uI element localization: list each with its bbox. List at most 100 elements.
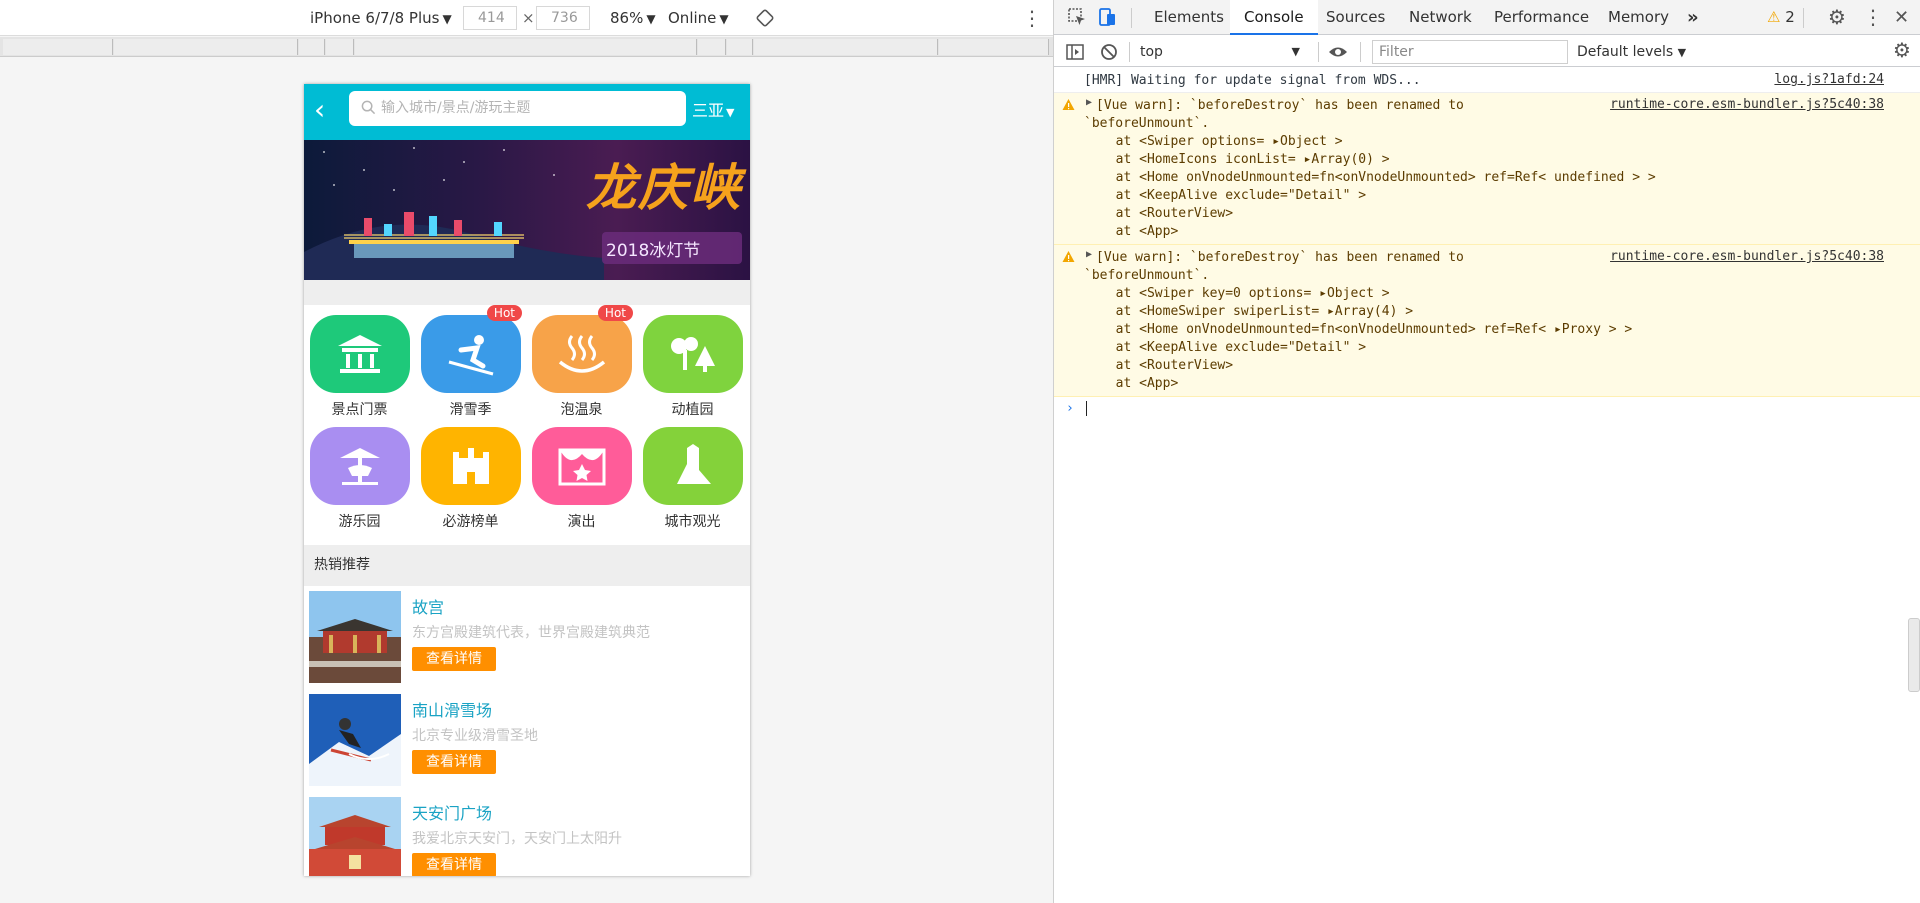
clear-console-icon[interactable] <box>1098 41 1120 63</box>
eye-icon[interactable] <box>1327 41 1349 63</box>
category-item-city-tour[interactable]: 城市观光 <box>637 417 748 530</box>
list-item[interactable]: 天安门广场 我爱北京天安门，天安门上太阳升 查看详情 <box>304 792 750 876</box>
throttle-select[interactable]: Online ▼ <box>668 0 729 36</box>
message-source-link[interactable]: runtime-core.esm-bundler.js?5c40:38 <box>1610 249 1884 264</box>
media-query-bar[interactable] <box>0 37 1053 57</box>
inspect-element-icon[interactable] <box>1066 6 1088 28</box>
banner-spacer <box>304 280 750 305</box>
console-prompt[interactable]: › <box>1054 397 1920 420</box>
category-icons: 景点门票 Hot 滑雪季 Hot 泡温泉 动植园 游乐园 必游榜单 演出 城市观… <box>304 305 750 541</box>
back-icon[interactable]: ‹ <box>314 96 336 126</box>
icon-tile <box>532 315 632 393</box>
category-label: 必游榜单 <box>442 514 499 530</box>
drawer-handle[interactable] <box>1908 618 1920 692</box>
tab-console[interactable]: Console <box>1230 0 1318 35</box>
city-select[interactable]: 三亚 ▼ <box>692 96 734 126</box>
category-item-hot-spring[interactable]: Hot 泡温泉 <box>526 305 637 418</box>
section-title: 热销推荐 <box>314 557 370 573</box>
category-item-ski[interactable]: Hot 滑雪季 <box>415 305 526 418</box>
category-item-must-visit[interactable]: 必游榜单 <box>415 417 526 530</box>
tab-performance[interactable]: Performance <box>1494 0 1589 35</box>
tab-sources[interactable]: Sources <box>1326 0 1385 35</box>
view-details-button[interactable]: 查看详情 <box>412 750 496 774</box>
console-settings-gear-icon[interactable]: ⚙ <box>1884 38 1920 62</box>
skier-icon <box>448 335 494 376</box>
expand-triangle-icon[interactable]: ▶ <box>1086 249 1092 260</box>
category-label: 动植园 <box>671 402 714 418</box>
icon-tile <box>310 427 410 505</box>
stack-line: at <RouterView> <box>1100 206 1234 221</box>
tab-memory[interactable]: Memory <box>1608 0 1669 35</box>
filter-input[interactable]: Filter <box>1372 40 1568 64</box>
category-item-shows[interactable]: 演出 <box>526 417 637 530</box>
chevron-down-icon: ▼ <box>719 12 729 26</box>
console-message-warning: ▶ [Vue warn]: `beforeDestroy` has been r… <box>1054 245 1920 397</box>
search-input[interactable]: 输入城市/景点/游玩主题 <box>349 91 686 126</box>
recommendation-desc: 东方宫殿建筑代表，世界宫殿建筑典范 <box>412 625 650 641</box>
recommendation-desc: 我爱北京天安门，天安门上太阳升 <box>412 831 622 847</box>
log-levels-select[interactable]: Default levels ▼ <box>1577 40 1686 65</box>
console-message-warning: ▶ [Vue warn]: `beforeDestroy` has been r… <box>1054 93 1920 245</box>
expand-triangle-icon[interactable]: ▶ <box>1086 97 1092 108</box>
sidebar-toggle-icon[interactable] <box>1064 41 1086 63</box>
category-item-zoo[interactable]: 动植园 <box>637 305 748 418</box>
console-toolbar: top ▼ Filter Default levels ▼ ⚙ <box>1054 36 1920 67</box>
list-item[interactable]: 南山滑雪场 北京专业级滑雪圣地 查看详情 <box>304 689 750 792</box>
settings-gear-icon[interactable]: ⚙ <box>1828 0 1846 35</box>
category-label: 城市观光 <box>664 514 721 530</box>
warning-count: 2 <box>1785 8 1795 26</box>
hot-section-header: 热销推荐 <box>304 545 750 586</box>
list-item[interactable]: 故宫 东方宫殿建筑代表，世界宫殿建筑典范 查看详情 <box>304 586 750 689</box>
chevron-down-icon: ▼ <box>1291 45 1300 58</box>
warning-icon <box>1062 99 1075 110</box>
recommendation-image <box>309 694 401 786</box>
stack-line: at <Home onVnodeUnmounted=fn<onVnodeUnmo… <box>1100 322 1633 337</box>
banner-swiper[interactable]: 龙庆峡 2018冰灯节 <box>304 140 750 280</box>
stack-line: at <KeepAlive exclude="Detail" > <box>1100 188 1367 203</box>
recommendation-title: 南山滑雪场 <box>412 701 493 720</box>
network-value: Online <box>668 9 717 27</box>
category-item-amusement-park[interactable]: 游乐园 <box>304 417 415 530</box>
rotate-icon[interactable] <box>756 9 774 27</box>
icon-tile <box>310 315 410 393</box>
zoom-select[interactable]: 86% ▼ <box>610 0 656 36</box>
view-details-button[interactable]: 查看详情 <box>412 647 496 671</box>
console-message-log: [HMR] Waiting for update signal from WDS… <box>1054 68 1920 93</box>
devtools-panel: Elements Console Sources Network Perform… <box>1054 0 1920 903</box>
tab-network[interactable]: Network <box>1409 0 1472 35</box>
recommendation-image <box>309 591 401 683</box>
message-text: `beforeUnmount`. <box>1084 268 1210 283</box>
more-options-icon[interactable]: ⋮ <box>1022 0 1042 36</box>
device-toolbar-icon[interactable] <box>1096 6 1118 28</box>
width-input[interactable]: 414 <box>463 6 517 30</box>
icon-tile <box>532 427 632 505</box>
warning-icon <box>1062 251 1075 262</box>
icon-tile <box>421 315 521 393</box>
view-details-button[interactable]: 查看详情 <box>412 853 496 876</box>
category-label: 游乐园 <box>338 514 381 530</box>
message-source-link[interactable]: runtime-core.esm-bundler.js?5c40:38 <box>1610 97 1884 112</box>
context-select[interactable]: top ▼ <box>1140 41 1300 63</box>
chevron-down-icon: ▼ <box>726 106 735 119</box>
device-name: iPhone 6/7/8 Plus <box>310 9 440 27</box>
stack-line: at <HomeIcons iconList= ▸Array(0) > <box>1100 152 1390 167</box>
category-item-tickets[interactable]: 景点门票 <box>304 305 415 418</box>
height-input[interactable]: 736 <box>536 6 590 30</box>
hot-badge: Hot <box>597 305 633 321</box>
device-select[interactable]: iPhone 6/7/8 Plus ▼ <box>310 0 452 36</box>
stack-line: at <RouterView> <box>1100 358 1234 373</box>
trees-icon <box>671 337 715 372</box>
warnings-counter[interactable]: ⚠ 2 <box>1767 0 1795 35</box>
chevron-down-icon: ▼ <box>1677 46 1687 59</box>
stack-line: at <Home onVnodeUnmounted=fn<onVnodeUnmo… <box>1100 170 1656 185</box>
search-placeholder: 输入城市/景点/游玩主题 <box>381 100 531 116</box>
message-source-link[interactable]: log.js?1afd:24 <box>1774 72 1884 87</box>
context-value: top <box>1140 44 1163 60</box>
search-icon <box>361 100 376 115</box>
tab-elements[interactable]: Elements <box>1154 0 1224 35</box>
stack-line: at <App> <box>1100 224 1179 239</box>
close-icon[interactable]: ✕ <box>1894 0 1909 35</box>
more-options-icon[interactable]: ⋮ <box>1863 0 1883 35</box>
stack-line: at <KeepAlive exclude="Detail" > <box>1100 340 1367 355</box>
more-tabs-icon[interactable]: » <box>1687 0 1699 35</box>
